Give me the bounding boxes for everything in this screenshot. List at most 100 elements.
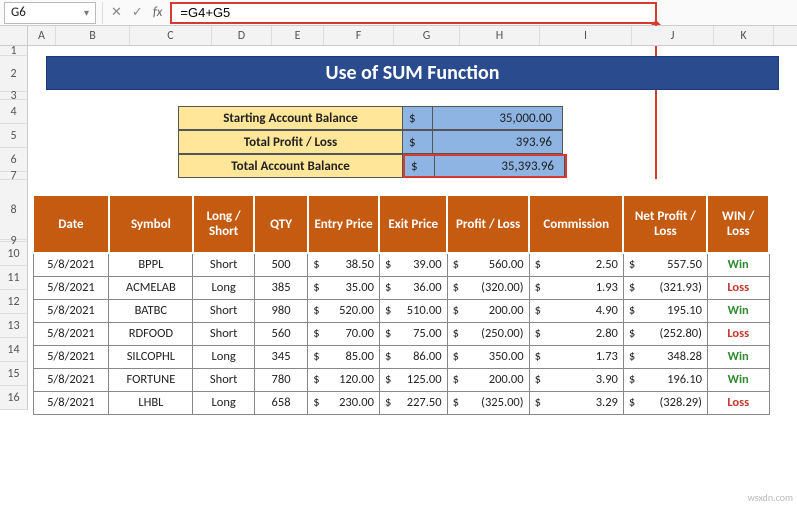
cell-commission[interactable]: $3.29	[529, 391, 623, 414]
select-all-corner[interactable]	[0, 26, 28, 45]
cell-qty[interactable]: 385	[254, 276, 307, 299]
cell-long-short[interactable]: Long	[193, 345, 255, 368]
cell-win-loss[interactable]: Win	[707, 299, 769, 322]
cell-win-loss[interactable]: Win	[707, 253, 769, 276]
formula-input[interactable]	[178, 4, 649, 21]
row-header-12[interactable]: 12	[0, 290, 28, 314]
cell-commission[interactable]: $3.90	[529, 368, 623, 391]
column-header-B[interactable]: B	[56, 26, 130, 45]
cell-entry-price[interactable]: $520.00	[308, 299, 380, 322]
column-header-A[interactable]: A	[28, 26, 56, 45]
cell-win-loss[interactable]: Loss	[707, 391, 769, 414]
column-header-C[interactable]: C	[130, 26, 212, 45]
cell-date[interactable]: 5/8/2021	[33, 253, 109, 276]
cell-net-profit-loss[interactable]: $321.93	[623, 276, 707, 299]
cell-win-loss[interactable]: Win	[707, 368, 769, 391]
cell-date[interactable]: 5/8/2021	[33, 368, 109, 391]
cell-symbol[interactable]: BPPL	[109, 253, 193, 276]
cell-long-short[interactable]: Short	[193, 322, 255, 345]
cell-exit-price[interactable]: $125.00	[379, 368, 447, 391]
cell-entry-price[interactable]: $85.00	[308, 345, 380, 368]
cancel-icon[interactable]: ✕	[111, 5, 122, 20]
cell-entry-price[interactable]: $120.00	[308, 368, 380, 391]
enter-icon[interactable]: ✓	[132, 5, 143, 20]
cell-net-profit-loss[interactable]: $195.10	[623, 299, 707, 322]
cell-net-profit-loss[interactable]: $328.29	[623, 391, 707, 414]
cell-profit-loss[interactable]: $200.00	[447, 368, 529, 391]
cell-qty[interactable]: 560	[254, 322, 307, 345]
cell-symbol[interactable]: ACMELAB	[109, 276, 193, 299]
row-header-7[interactable]: 7	[0, 172, 28, 180]
cell-profit-loss[interactable]: $250.00	[447, 322, 529, 345]
cell-net-profit-loss[interactable]: $557.50	[623, 253, 707, 276]
cell-date[interactable]: 5/8/2021	[33, 299, 109, 322]
row-header-11[interactable]: 11	[0, 266, 28, 290]
row-header-13[interactable]: 13	[0, 314, 28, 338]
cell-date[interactable]: 5/8/2021	[33, 345, 109, 368]
row-header-16[interactable]: 16	[0, 386, 28, 410]
row-header-14[interactable]: 14	[0, 338, 28, 362]
cell-profit-loss[interactable]: $325.00	[447, 391, 529, 414]
dropdown-icon[interactable]: ▾	[84, 6, 89, 19]
cell-symbol[interactable]: LHBL	[109, 391, 193, 414]
cell-profit-loss[interactable]: $200.00	[447, 299, 529, 322]
cell-entry-price[interactable]: $38.50	[308, 253, 380, 276]
row-header-10[interactable]: 10	[0, 242, 28, 266]
cell-exit-price[interactable]: $86.00	[379, 345, 447, 368]
column-header-H[interactable]: H	[460, 26, 540, 45]
fx-icon[interactable]: fx	[153, 5, 163, 20]
cell-profit-loss[interactable]: $320.00	[447, 276, 529, 299]
cell-commission[interactable]: $1.93	[529, 276, 623, 299]
cell-long-short[interactable]: Short	[193, 299, 255, 322]
cell-symbol[interactable]: RDFOOD	[109, 322, 193, 345]
cell-profit-loss[interactable]: $350.00	[447, 345, 529, 368]
cell-win-loss[interactable]: Loss	[707, 276, 769, 299]
column-header-I[interactable]: I	[540, 26, 632, 45]
row-header-2[interactable]: 2	[0, 56, 28, 92]
cell-profit-loss[interactable]: $560.00	[447, 253, 529, 276]
cell-exit-price[interactable]: $75.00	[379, 322, 447, 345]
cell-date[interactable]: 5/8/2021	[33, 391, 109, 414]
cell-qty[interactable]: 658	[254, 391, 307, 414]
column-header-K[interactable]: K	[714, 26, 774, 45]
cell-long-short[interactable]: Long	[193, 391, 255, 414]
cell-exit-price[interactable]: $227.50	[379, 391, 447, 414]
row-header-15[interactable]: 15	[0, 362, 28, 386]
column-header-F[interactable]: F	[324, 26, 394, 45]
cell-exit-price[interactable]: $510.00	[379, 299, 447, 322]
row-header-1[interactable]: 1	[0, 46, 28, 56]
cell-qty[interactable]: 345	[254, 345, 307, 368]
cell-net-profit-loss[interactable]: $252.80	[623, 322, 707, 345]
cell-qty[interactable]: 980	[254, 299, 307, 322]
row-header-8[interactable]: 8	[0, 180, 28, 240]
cell-net-profit-loss[interactable]: $196.10	[623, 368, 707, 391]
cell-win-loss[interactable]: Win	[707, 345, 769, 368]
cell-commission[interactable]: $4.90	[529, 299, 623, 322]
cell-entry-price[interactable]: $35.00	[308, 276, 380, 299]
column-header-E[interactable]: E	[272, 26, 324, 45]
cell-long-short[interactable]: Long	[193, 276, 255, 299]
cell-win-loss[interactable]: Loss	[707, 322, 769, 345]
row-header-3[interactable]: 3	[0, 92, 28, 100]
selected-cell-highlight[interactable]: $ 35,393.96	[403, 154, 567, 178]
cell-entry-price[interactable]: $70.00	[308, 322, 380, 345]
cell-date[interactable]: 5/8/2021	[33, 276, 109, 299]
cell-commission[interactable]: $1.73	[529, 345, 623, 368]
row-header-4[interactable]: 4	[0, 100, 28, 124]
column-header-J[interactable]: J	[632, 26, 714, 45]
cell-exit-price[interactable]: $36.00	[379, 276, 447, 299]
cell-date[interactable]: 5/8/2021	[33, 322, 109, 345]
cell-commission[interactable]: $2.80	[529, 322, 623, 345]
cell-qty[interactable]: 500	[254, 253, 307, 276]
cell-symbol[interactable]: FORTUNE	[109, 368, 193, 391]
name-box[interactable]: G6 ▾	[4, 2, 96, 24]
column-header-G[interactable]: G	[394, 26, 460, 45]
column-header-D[interactable]: D	[212, 26, 272, 45]
cell-qty[interactable]: 780	[254, 368, 307, 391]
cell-exit-price[interactable]: $39.00	[379, 253, 447, 276]
cell-long-short[interactable]: Short	[193, 253, 255, 276]
cell-net-profit-loss[interactable]: $348.28	[623, 345, 707, 368]
row-header-5[interactable]: 5	[0, 124, 28, 148]
cell-entry-price[interactable]: $230.00	[308, 391, 380, 414]
cell-long-short[interactable]: Short	[193, 368, 255, 391]
